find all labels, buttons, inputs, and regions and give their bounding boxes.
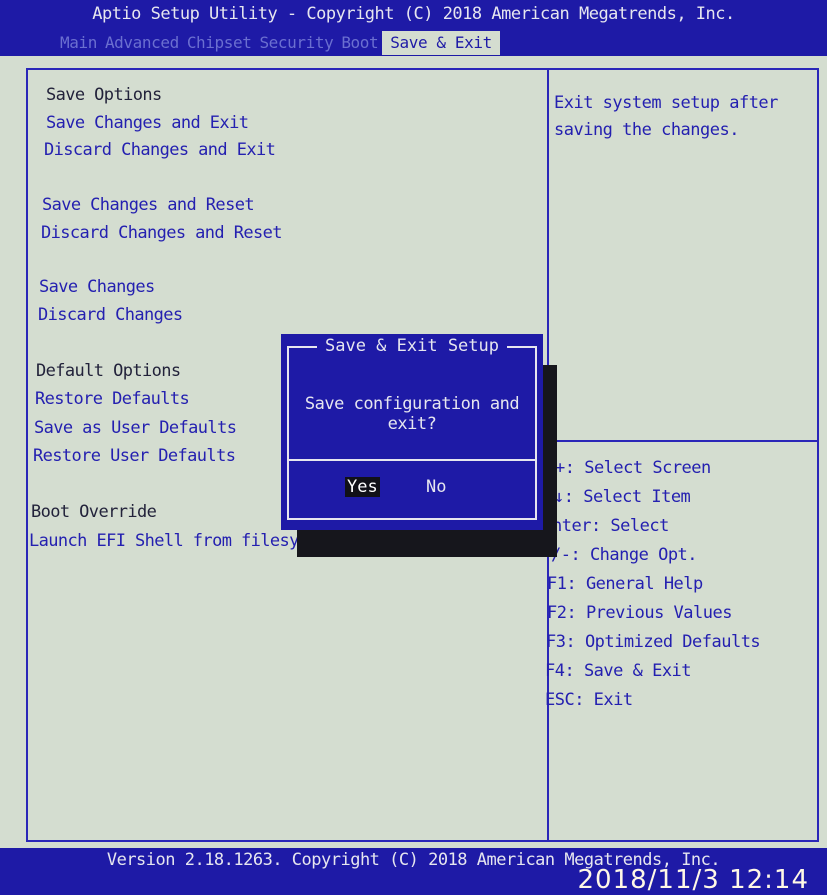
key-esc-exit: ESC: Exit	[545, 690, 633, 710]
save-changes-option[interactable]: Save Changes	[39, 277, 155, 297]
discard-changes-option[interactable]: Discard Changes	[38, 305, 183, 325]
save-changes-and-reset-option[interactable]: Save Changes and Reset	[42, 195, 255, 215]
key-optimized-defaults: F3: Optimized Defaults	[546, 632, 761, 652]
tab-advanced[interactable]: Advanced	[101, 31, 183, 55]
help-divider	[547, 440, 819, 442]
default-options-header: Default Options	[36, 361, 181, 381]
save-changes-and-exit-option[interactable]: Save Changes and Exit	[46, 113, 249, 133]
discard-changes-and-reset-option[interactable]: Discard Changes and Reset	[41, 223, 282, 243]
tab-main[interactable]: Main	[56, 31, 101, 55]
boot-override-header: Boot Override	[31, 502, 157, 522]
tab-save-exit[interactable]: Save & Exit	[382, 31, 500, 55]
key-select-item: ↓: Select Item	[554, 487, 691, 507]
dialog-title: Save & Exit Setup	[317, 336, 507, 356]
restore-defaults-option[interactable]: Restore Defaults	[35, 389, 190, 409]
discard-changes-and-exit-option[interactable]: Discard Changes and Exit	[44, 140, 276, 160]
key-save-exit: F4: Save & Exit	[545, 661, 692, 681]
save-as-user-defaults-option[interactable]: Save as User Defaults	[34, 418, 237, 438]
key-select-screen: +: Select Screen	[555, 458, 711, 478]
launch-efi-shell-option[interactable]: Launch EFI Shell from filesystem	[29, 531, 338, 551]
key-previous-values: F2: Previous Values	[547, 603, 732, 623]
restore-user-defaults-option[interactable]: Restore User Defaults	[33, 446, 236, 466]
save-exit-dialog: Save & Exit Setup Save configuration and…	[281, 334, 543, 530]
help-text: Exit system setup after saving the chang…	[554, 93, 778, 140]
tab-security[interactable]: Security	[255, 31, 337, 55]
tab-chipset[interactable]: Chipset	[183, 31, 256, 55]
no-button[interactable]: No	[424, 477, 448, 497]
save-options-header: Save Options	[46, 85, 162, 105]
yes-button[interactable]: Yes	[345, 477, 380, 497]
dialog-title-wrap: Save & Exit Setup	[281, 336, 543, 356]
key-enter-select: nter: Select	[552, 516, 669, 536]
key-legend: +: Select Screen ↓: Select Item nter: Se…	[545, 454, 761, 715]
tab-boot[interactable]: Boot	[337, 31, 382, 55]
bios-title: Aptio Setup Utility - Copyright (C) 2018…	[92, 4, 735, 24]
key-general-help: F1: General Help	[547, 574, 703, 594]
key-change-opt: /-: Change Opt.	[551, 545, 698, 565]
dialog-separator	[287, 459, 537, 461]
tab-bar: Main Advanced Chipset Security Boot Save…	[56, 31, 500, 55]
dialog-message: Save configuration and exit?	[304, 394, 520, 434]
